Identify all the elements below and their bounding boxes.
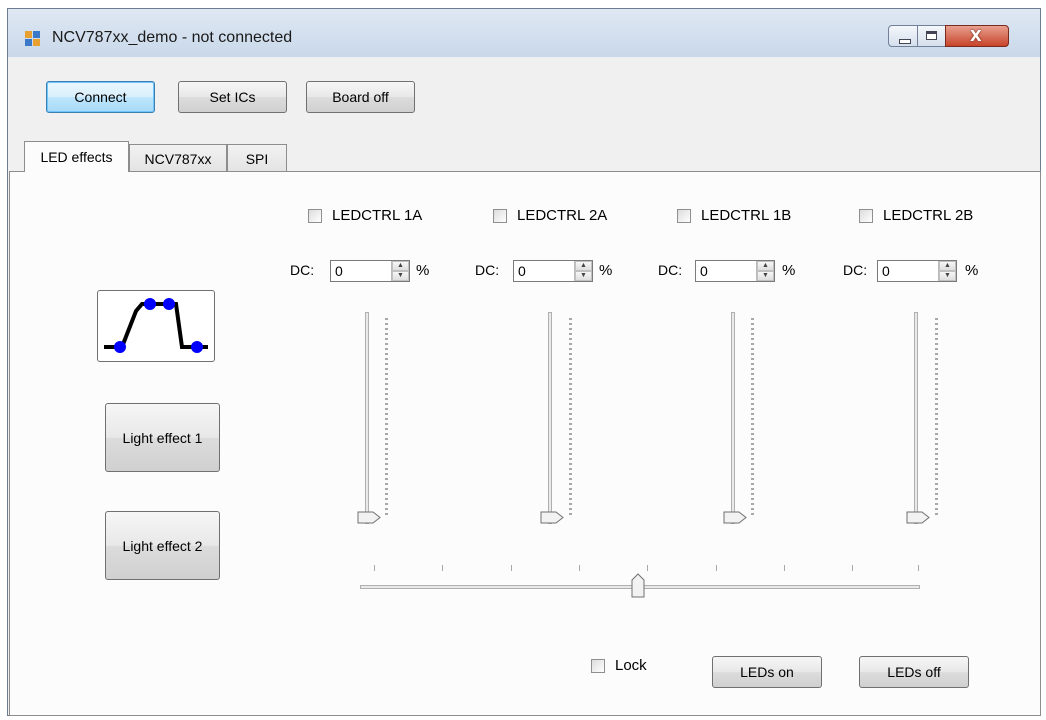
ledctrl-2b-label: LEDCTRL 2B bbox=[883, 207, 974, 224]
light-effect-2-button[interactable]: Light effect 2 bbox=[105, 511, 220, 580]
window-title: NCV787xx_demo - not connected bbox=[52, 29, 293, 46]
dc-2a-value[interactable]: 0 bbox=[518, 263, 526, 279]
master-slider-tick bbox=[784, 565, 785, 571]
waveform-button[interactable] bbox=[97, 290, 215, 362]
ledctrl-2b-checkbox[interactable] bbox=[859, 208, 873, 223]
ledctrl-1b-checkbox[interactable] bbox=[677, 208, 691, 223]
dc-1b-spin-buttons[interactable]: ▲ ▼ bbox=[756, 261, 774, 281]
ledctrl-1b-slider-ticks bbox=[751, 318, 754, 518]
dc-1b-spinner[interactable]: 0 ▲ ▼ bbox=[695, 260, 775, 282]
ledctrl-2b-slider-track[interactable] bbox=[914, 312, 918, 524]
master-slider-thumb[interactable] bbox=[631, 573, 645, 598]
master-slider-tick bbox=[511, 565, 512, 571]
leds-on-button[interactable]: LEDs on bbox=[712, 656, 822, 688]
leds-off-button[interactable]: LEDs off bbox=[859, 656, 969, 688]
connect-button[interactable]: Connect bbox=[46, 81, 155, 113]
dc-2b-unit: % bbox=[965, 262, 979, 279]
dc-1a-spinner[interactable]: 0 ▲ ▼ bbox=[330, 260, 410, 282]
dc-1a-spin-buttons[interactable]: ▲ ▼ bbox=[391, 261, 409, 281]
spin-up-icon[interactable]: ▲ bbox=[392, 261, 409, 271]
ledctrl-2b-slider-ticks bbox=[935, 318, 938, 518]
channel-2a-checkbox-row[interactable]: LEDCTRL 2A bbox=[493, 207, 607, 224]
spin-up-icon[interactable]: ▲ bbox=[575, 261, 592, 271]
ledctrl-2b-slider-thumb[interactable] bbox=[906, 511, 930, 524]
ledctrl-1a-slider-ticks bbox=[385, 318, 388, 518]
tab-ncv787xx[interactable]: NCV787xx bbox=[129, 144, 227, 172]
dc-2b-label: DC: bbox=[843, 262, 868, 278]
minimize-icon[interactable] bbox=[888, 25, 918, 47]
dc-2b-spin-buttons[interactable]: ▲ ▼ bbox=[938, 261, 956, 281]
ledctrl-1b-label: LEDCTRL 1B bbox=[701, 207, 792, 224]
dc-1b-label: DC: bbox=[658, 262, 683, 278]
ledctrl-1a-label: LEDCTRL 1A bbox=[332, 207, 423, 224]
master-slider-tick bbox=[647, 565, 648, 571]
maximize-icon[interactable] bbox=[917, 25, 946, 47]
spin-up-icon[interactable]: ▲ bbox=[939, 261, 956, 271]
spin-down-icon[interactable]: ▼ bbox=[939, 271, 956, 281]
app-icon[interactable] bbox=[25, 31, 41, 47]
master-slider-tick bbox=[716, 565, 717, 571]
lock-label: Lock bbox=[615, 657, 647, 674]
ledctrl-2a-label: LEDCTRL 2A bbox=[517, 207, 608, 224]
dc-1a-value[interactable]: 0 bbox=[335, 263, 343, 279]
channel-2b-checkbox-row[interactable]: LEDCTRL 2B bbox=[859, 207, 973, 224]
ledctrl-2a-checkbox[interactable] bbox=[493, 208, 507, 223]
board-off-button[interactable]: Board off bbox=[306, 81, 415, 113]
spin-down-icon[interactable]: ▼ bbox=[757, 271, 774, 281]
dc-2a-spin-buttons[interactable]: ▲ ▼ bbox=[574, 261, 592, 281]
tab-led-effects[interactable]: LED effects bbox=[24, 141, 129, 172]
master-slider-tick bbox=[442, 565, 443, 571]
ledctrl-1a-slider-thumb[interactable] bbox=[357, 511, 381, 524]
dc-1b-unit: % bbox=[782, 262, 796, 279]
channel-1b-checkbox-row[interactable]: LEDCTRL 1B bbox=[677, 207, 791, 224]
set-ics-button[interactable]: Set ICs bbox=[178, 81, 287, 113]
pulse-waveform-icon bbox=[104, 298, 208, 353]
dc-1a-label: DC: bbox=[290, 262, 315, 278]
ledctrl-2a-slider-thumb[interactable] bbox=[540, 511, 564, 524]
spin-up-icon[interactable]: ▲ bbox=[757, 261, 774, 271]
light-effect-1-button[interactable]: Light effect 1 bbox=[105, 403, 220, 472]
dc-2b-value[interactable]: 0 bbox=[882, 263, 890, 279]
master-slider-tick bbox=[918, 565, 919, 571]
ledctrl-1a-checkbox[interactable] bbox=[308, 208, 322, 223]
client-area: Connect Set ICs Board off LED effects NC… bbox=[9, 57, 1041, 716]
dc-1a-unit: % bbox=[416, 262, 430, 279]
dc-2a-spinner[interactable]: 0 ▲ ▼ bbox=[513, 260, 593, 282]
dc-2b-spinner[interactable]: 0 ▲ ▼ bbox=[877, 260, 957, 282]
spin-down-icon[interactable]: ▼ bbox=[392, 271, 409, 281]
dc-2a-unit: % bbox=[599, 262, 613, 279]
ledctrl-1b-slider-thumb[interactable] bbox=[723, 511, 747, 524]
ledctrl-1b-slider-track[interactable] bbox=[731, 312, 735, 524]
ledctrl-2a-slider-ticks bbox=[569, 318, 572, 518]
master-slider-tick bbox=[374, 565, 375, 571]
lock-checkbox-row[interactable]: Lock bbox=[591, 657, 647, 674]
channel-1a-checkbox-row[interactable]: LEDCTRL 1A bbox=[308, 207, 422, 224]
master-slider-tick bbox=[852, 565, 853, 571]
master-slider-tick bbox=[579, 565, 580, 571]
ledctrl-2a-slider-track[interactable] bbox=[548, 312, 552, 524]
dc-1b-value[interactable]: 0 bbox=[700, 263, 708, 279]
title-bar[interactable]: NCV787xx_demo - not connected bbox=[8, 9, 1040, 57]
tab-spi[interactable]: SPI bbox=[227, 144, 287, 172]
spin-down-icon[interactable]: ▼ bbox=[575, 271, 592, 281]
dc-2a-label: DC: bbox=[475, 262, 500, 278]
close-icon[interactable] bbox=[945, 25, 1009, 47]
ledctrl-1a-slider-track[interactable] bbox=[365, 312, 369, 524]
lock-checkbox[interactable] bbox=[591, 658, 605, 673]
